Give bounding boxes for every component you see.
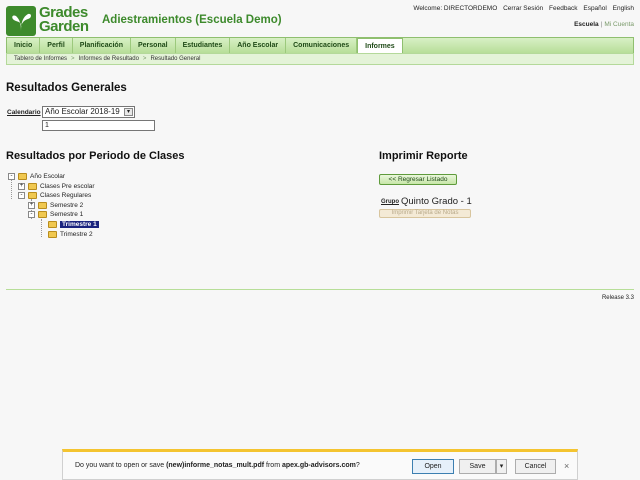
school-title: Adiestramientos (Escuela Demo): [102, 14, 282, 26]
tree-node-trimestre-2[interactable]: Trimestre 2: [48, 230, 93, 239]
breadcrumb: Tablero de Informes > Informes de Resultad…: [6, 53, 634, 65]
tree-node-ano-escolar[interactable]: - Año Escolar: [8, 172, 65, 181]
expand-icon[interactable]: +: [28, 201, 35, 209]
folder-icon: [38, 201, 47, 209]
collapse-icon[interactable]: -: [28, 210, 35, 218]
calendar-label: Calendario: [7, 109, 41, 116]
school-switch: Escuela | Mi Cuenta: [574, 21, 634, 28]
breadcrumb-item-resultado[interactable]: Resultado General: [150, 56, 200, 62]
breadcrumb-item-tablero[interactable]: Tablero de Informes: [14, 56, 67, 62]
grades-garden-logo[interactable]: Grades Garden: [6, 5, 94, 36]
release-version: Release 3.3: [601, 295, 634, 301]
breadcrumb-item-informes[interactable]: Informes de Resultado: [79, 56, 139, 62]
my-account-link[interactable]: Mi Cuenta: [604, 21, 634, 28]
breadcrumb-separator: >: [71, 56, 75, 62]
logout-link[interactable]: Cerrar Sesión: [503, 5, 543, 12]
save-button[interactable]: Save: [459, 459, 496, 474]
tree-connector: [11, 179, 12, 199]
tree-node-semestre-1[interactable]: - Semestre 1: [28, 210, 83, 219]
collapse-icon[interactable]: -: [8, 172, 15, 180]
school-separator: |: [600, 21, 603, 28]
grupo-label: Grupo: [381, 199, 399, 205]
tree-node-semestre-2[interactable]: + Semestre 2: [28, 201, 83, 210]
collapse-icon[interactable]: -: [18, 191, 25, 199]
lang-es-link[interactable]: Español: [583, 5, 607, 12]
lang-en-link[interactable]: English: [613, 5, 634, 12]
tree-node-clases-pre-escolar[interactable]: + Clases Pre escolar: [18, 182, 95, 191]
tree-node-trimestre-1[interactable]: Trimestre 1: [48, 220, 99, 229]
logo-line-2: Garden: [39, 18, 89, 35]
content-divider: [6, 289, 634, 290]
folder-icon: [48, 220, 57, 228]
calendar-input[interactable]: 1: [42, 120, 155, 131]
top-links: Welcome: DIRECTORDEMO Cerrar Sesión Feed…: [409, 5, 634, 12]
calendar-select[interactable]: Año Escolar 2018-19 ▾: [42, 106, 135, 118]
periodo-title: Resultados por Periodo de Clases: [6, 150, 185, 162]
regresar-listado-button[interactable]: << Regresar Listado: [379, 174, 457, 185]
tree-node-clases-regulares[interactable]: - Clases Regulares: [18, 191, 91, 200]
folder-icon: [18, 172, 27, 180]
open-button[interactable]: Open: [412, 459, 454, 474]
breadcrumb-separator: >: [142, 56, 147, 62]
tab-perfil[interactable]: Perfil: [40, 38, 73, 53]
download-source: apex.gb-advisors.com: [281, 462, 356, 469]
folder-icon: [28, 182, 37, 190]
tab-inicio[interactable]: Inicio: [7, 38, 41, 53]
tab-estudiantes[interactable]: Estudiantes: [176, 38, 231, 53]
tab-ano-escolar[interactable]: Año Escolar: [230, 38, 287, 53]
tab-personal[interactable]: Personal: [131, 38, 176, 53]
chevron-down-icon: ▾: [124, 108, 133, 116]
folder-icon: [28, 191, 37, 199]
main-nav: Inicio Perfil Planificación Personal Est…: [6, 37, 634, 54]
school-current-link[interactable]: Escuela: [574, 21, 599, 28]
leaf-icon: [6, 6, 36, 36]
download-filename: (new)informe_notas_mult.pdf: [166, 462, 265, 469]
folder-icon: [48, 230, 57, 238]
welcome-text: Welcome: DIRECTORDEMO: [413, 5, 498, 12]
tab-informes[interactable]: Informes: [357, 38, 403, 54]
save-options-chevron-icon[interactable]: ▾: [496, 459, 507, 474]
feedback-link[interactable]: Feedback: [549, 5, 578, 12]
tree-connector: [41, 219, 42, 237]
imprimir-tarjeta-button[interactable]: Imprimir Tarjeta de Notas: [379, 209, 471, 218]
calendar-select-value: Año Escolar 2018-19: [45, 107, 120, 116]
download-message: Do you want to open or save (new)informe…: [75, 462, 360, 469]
expand-icon[interactable]: +: [18, 182, 25, 190]
tab-comunicaciones[interactable]: Comunicaciones: [286, 38, 358, 53]
tab-planificacion[interactable]: Planificación: [73, 38, 131, 53]
download-notification-bar: Do you want to open or save (new)informe…: [62, 449, 578, 480]
cancel-button[interactable]: Cancel: [515, 459, 556, 474]
folder-icon: [38, 210, 47, 218]
grupo-value: Quinto Grado - 1: [401, 196, 472, 207]
imprimir-title: Imprimir Reporte: [379, 150, 468, 162]
close-icon[interactable]: ×: [564, 461, 569, 471]
page-title: Resultados Generales: [6, 82, 127, 94]
